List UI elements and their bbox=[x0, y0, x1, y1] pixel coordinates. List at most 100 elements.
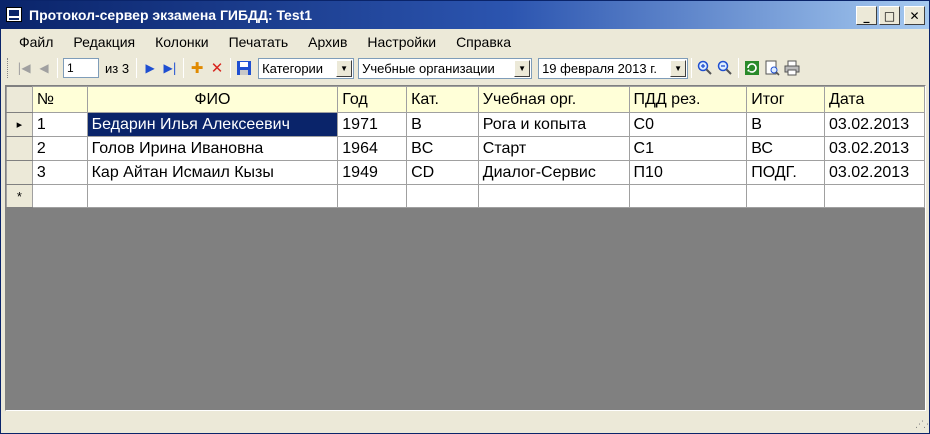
app-icon[interactable] bbox=[6, 7, 22, 22]
toolbar-grip[interactable] bbox=[7, 58, 10, 78]
toolbar-separator bbox=[691, 58, 693, 78]
maximize-button[interactable]: □ bbox=[879, 6, 900, 25]
toolbar-separator bbox=[738, 58, 740, 78]
column-header-total[interactable]: Итог bbox=[746, 86, 826, 113]
cell-number[interactable]: 1 bbox=[31, 112, 88, 137]
table-header-row: № ФИО Год Кат. Учебная орг. ПДД рез. Ито… bbox=[6, 86, 925, 113]
cell-total[interactable]: В bbox=[746, 112, 826, 137]
next-record-icon[interactable]: ▶ bbox=[140, 58, 160, 78]
menu-archive[interactable]: Архив bbox=[298, 34, 357, 50]
menu-settings[interactable]: Настройки bbox=[357, 34, 446, 50]
cell-year[interactable]: 1949 bbox=[337, 160, 408, 185]
new-cell[interactable] bbox=[477, 184, 630, 208]
date-filter-select[interactable]: 19 февраля 2013 г. ▼ bbox=[538, 57, 689, 79]
chevron-down-icon[interactable]: ▼ bbox=[670, 59, 687, 77]
window-title: Протокол-сервер экзамена ГИБДД: Test1 bbox=[29, 7, 313, 23]
cell-total[interactable]: ВС bbox=[746, 136, 826, 161]
toolbar: |◀ ◀ из 3 ▶ ▶| ✚ ✕ Категории ▼ Учебные о… bbox=[1, 54, 929, 82]
column-header-category[interactable]: Кат. bbox=[406, 86, 479, 113]
row-header[interactable] bbox=[6, 136, 33, 161]
category-filter-value: Категории bbox=[262, 60, 324, 76]
cell-date[interactable]: 03.02.2013 bbox=[824, 136, 925, 161]
column-header-name[interactable]: ФИО bbox=[86, 86, 339, 113]
status-bar: ⋰⋰ bbox=[1, 413, 930, 433]
column-header-school[interactable]: Учебная орг. bbox=[477, 86, 630, 113]
close-button[interactable]: ✕ bbox=[904, 6, 925, 25]
record-count-label: из 3 bbox=[105, 60, 130, 76]
new-cell[interactable] bbox=[406, 184, 479, 208]
cell-date[interactable]: 03.02.2013 bbox=[824, 112, 925, 137]
window-controls: _ □ ✕ bbox=[856, 6, 925, 25]
zoom-in-icon[interactable] bbox=[695, 58, 715, 78]
cell-category[interactable]: B bbox=[406, 112, 479, 137]
data-grid[interactable]: № ФИО Год Кат. Учебная орг. ПДД рез. Ито… bbox=[5, 85, 926, 411]
toolbar-separator bbox=[230, 58, 232, 78]
cell-name[interactable]: Кар Айтан Исмаил Кызы bbox=[86, 160, 339, 185]
new-row-marker-icon[interactable]: * bbox=[6, 184, 33, 208]
menu-print[interactable]: Печатать bbox=[219, 34, 299, 50]
cell-number[interactable]: 3 bbox=[31, 160, 88, 185]
menu-help[interactable]: Справка bbox=[446, 34, 521, 50]
cell-year[interactable]: 1964 bbox=[337, 136, 408, 161]
new-cell[interactable] bbox=[746, 184, 826, 208]
cell-category[interactable]: BC bbox=[406, 136, 479, 161]
table-row[interactable]: 2 Голов Ирина Ивановна 1964 BC Старт С1 … bbox=[6, 136, 925, 161]
size-grip-icon[interactable]: ⋰⋰ bbox=[915, 419, 930, 431]
add-icon[interactable]: ✚ bbox=[187, 58, 207, 78]
row-header[interactable] bbox=[6, 160, 33, 185]
date-filter-value: 19 февраля 2013 г. bbox=[542, 60, 657, 76]
cell-name[interactable]: Голов Ирина Ивановна bbox=[86, 136, 339, 161]
menu-bar: Файл Редакция Колонки Печатать Архив Нас… bbox=[1, 31, 929, 53]
cell-school[interactable]: Диалог-Сервис bbox=[477, 160, 630, 185]
menu-edit[interactable]: Редакция bbox=[63, 34, 145, 50]
column-header-year[interactable]: Год bbox=[337, 86, 408, 113]
title-bar[interactable]: Протокол-сервер экзамена ГИБДД: Test1 _ … bbox=[1, 1, 929, 29]
cell-rules-result[interactable]: П10 bbox=[628, 160, 748, 185]
delete-icon[interactable]: ✕ bbox=[207, 58, 227, 78]
cell-rules-result[interactable]: С1 bbox=[628, 136, 748, 161]
menu-columns[interactable]: Колонки bbox=[145, 34, 218, 50]
column-header-number[interactable]: № bbox=[31, 86, 88, 113]
chevron-down-icon[interactable]: ▼ bbox=[514, 59, 531, 77]
toolbar-separator bbox=[136, 58, 138, 78]
app-window: Протокол-сервер экзамена ГИБДД: Test1 _ … bbox=[0, 0, 930, 434]
menu-file[interactable]: Файл bbox=[9, 34, 63, 50]
new-cell[interactable] bbox=[31, 184, 88, 208]
cell-name[interactable]: Бедарин Илья Алексеевич bbox=[86, 112, 339, 137]
cell-school[interactable]: Старт bbox=[477, 136, 630, 161]
org-filter-value: Учебные организации bbox=[362, 60, 495, 76]
new-cell[interactable] bbox=[337, 184, 408, 208]
cell-year[interactable]: 1971 bbox=[337, 112, 408, 137]
cell-school[interactable]: Рога и копыта bbox=[477, 112, 630, 137]
new-cell[interactable] bbox=[824, 184, 925, 208]
column-header-rules-result[interactable]: ПДД рез. bbox=[628, 86, 748, 113]
print-icon[interactable] bbox=[782, 58, 802, 78]
new-cell[interactable] bbox=[86, 184, 339, 208]
column-header-date[interactable]: Дата bbox=[824, 86, 925, 113]
toolbar-separator bbox=[183, 58, 185, 78]
new-row[interactable]: * bbox=[6, 184, 925, 208]
current-row-marker-icon[interactable]: ▸ bbox=[6, 112, 33, 137]
table-row[interactable]: 3 Кар Айтан Исмаил Кызы 1949 CD Диалог-С… bbox=[6, 160, 925, 185]
toolbar-separator bbox=[57, 58, 58, 78]
cell-rules-result[interactable]: С0 bbox=[628, 112, 748, 137]
cell-total[interactable]: ПОДГ. bbox=[746, 160, 826, 185]
cell-category[interactable]: CD bbox=[406, 160, 479, 185]
org-filter-select[interactable]: Учебные организации ▼ bbox=[358, 57, 533, 79]
print-preview-icon[interactable] bbox=[762, 58, 782, 78]
record-position-input[interactable] bbox=[63, 58, 99, 78]
zoom-out-icon[interactable] bbox=[715, 58, 735, 78]
chevron-down-icon[interactable]: ▼ bbox=[336, 59, 353, 77]
prev-record-icon[interactable]: ◀ bbox=[34, 58, 54, 78]
new-cell[interactable] bbox=[628, 184, 748, 208]
last-record-icon[interactable]: ▶| bbox=[160, 58, 180, 78]
first-record-icon[interactable]: |◀ bbox=[14, 58, 34, 78]
row-header-corner[interactable] bbox=[6, 86, 33, 113]
cell-date[interactable]: 03.02.2013 bbox=[824, 160, 925, 185]
cell-number[interactable]: 2 bbox=[31, 136, 88, 161]
save-icon[interactable] bbox=[234, 58, 254, 78]
minimize-button[interactable]: _ bbox=[856, 6, 877, 25]
refresh-icon[interactable] bbox=[742, 58, 762, 78]
category-filter-select[interactable]: Категории ▼ bbox=[258, 57, 355, 79]
table-row[interactable]: ▸ 1 Бедарин Илья Алексеевич 1971 B Рога … bbox=[6, 112, 925, 137]
